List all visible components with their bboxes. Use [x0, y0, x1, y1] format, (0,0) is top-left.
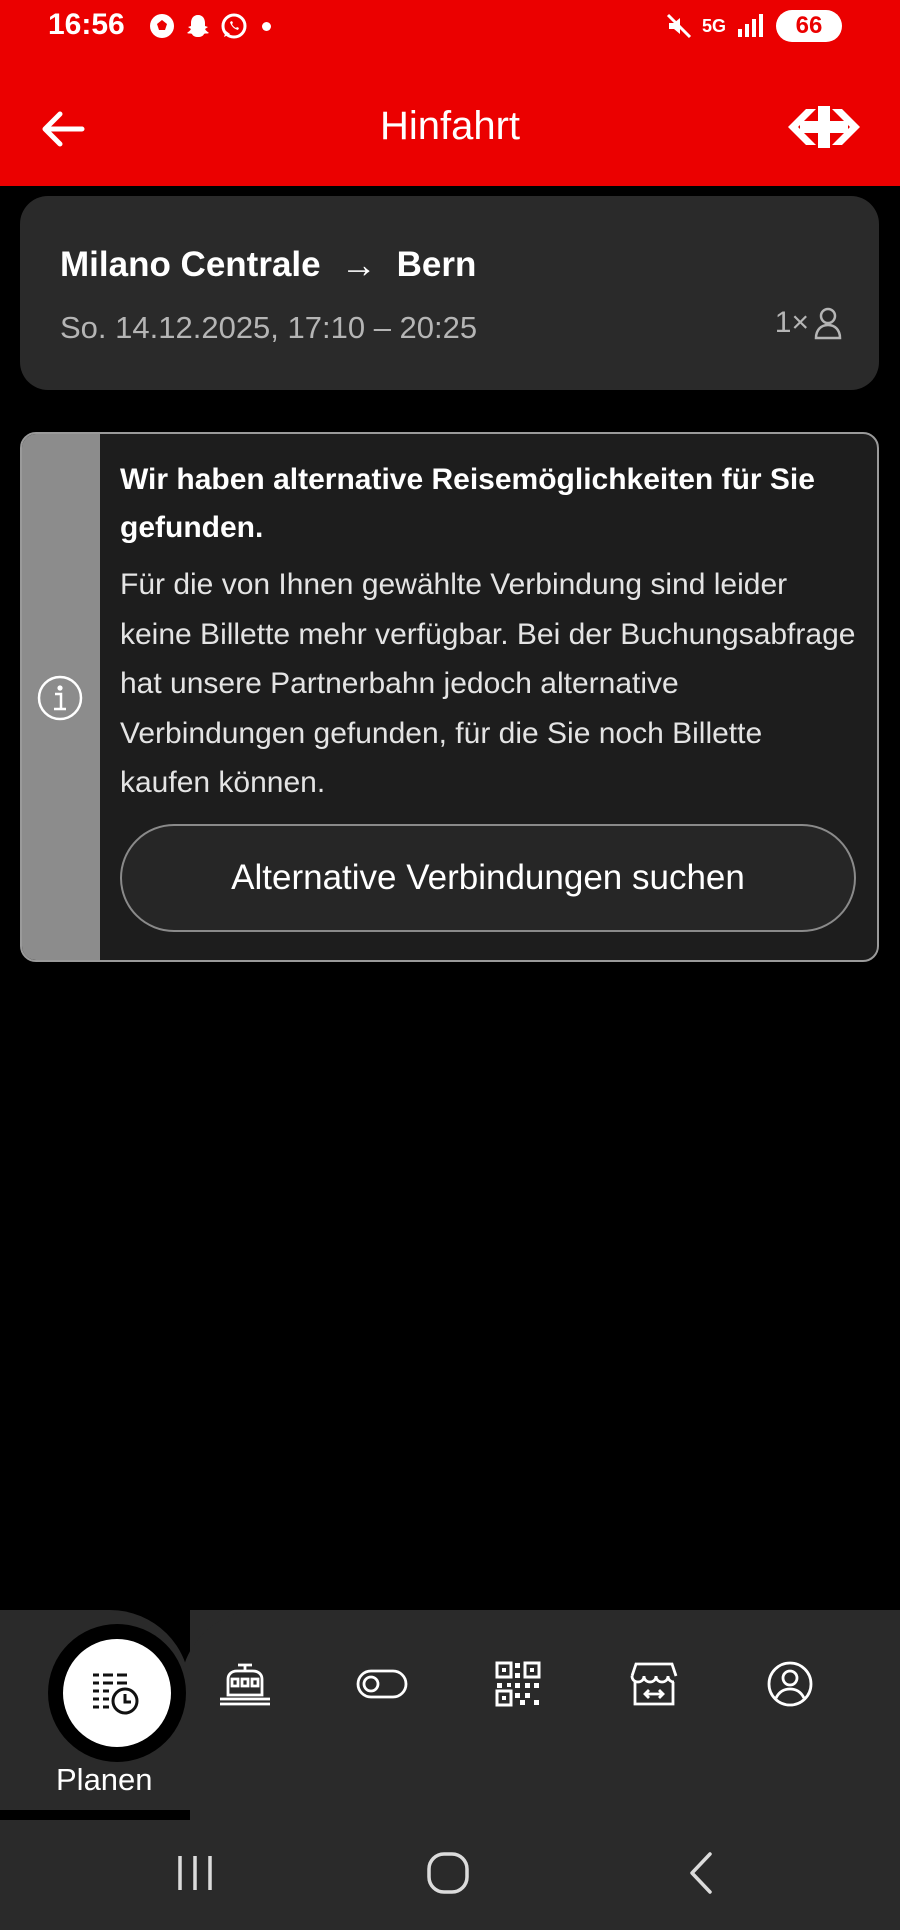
mute-icon [666, 13, 692, 39]
route: Milano Centrale → Bern [60, 244, 476, 286]
page-title: Hinfahrt [379, 104, 521, 148]
nav-item-profile[interactable] [760, 1654, 820, 1714]
more-notifications-dot [262, 21, 271, 31]
search-alternatives-button[interactable]: Alternative Verbindungen suchen [120, 824, 856, 932]
origin-station: Milano Centrale [60, 245, 321, 284]
network-type: 5G [701, 15, 726, 36]
nav-item-toggle[interactable] [352, 1654, 412, 1714]
notice-strip [22, 434, 100, 960]
nav-item-train[interactable] [215, 1654, 275, 1714]
nav-item-planen[interactable] [48, 1624, 186, 1762]
nav-item-shop[interactable] [624, 1654, 684, 1714]
home-icon[interactable] [423, 1848, 473, 1898]
profile-icon [767, 1661, 813, 1707]
train-icon [220, 1663, 270, 1706]
person-icon [814, 307, 842, 340]
system-back-icon[interactable] [676, 1848, 726, 1898]
alternative-connections-notice: Wir haben alternative Reisemöglichkeiten… [20, 432, 879, 962]
notice-content: Wir haben alternative Reisemöglichkeiten… [120, 456, 857, 808]
whatsapp-icon [221, 13, 247, 39]
nav-active-circle [63, 1639, 171, 1747]
nav-label-planen: Planen [56, 1762, 153, 1797]
battery-indicator: 66 [776, 10, 842, 42]
system-navigation-bar [0, 1820, 900, 1930]
route-arrow: → [340, 244, 377, 285]
destination-station: Bern [396, 245, 477, 284]
status-bar: 16:56 5G 66 [0, 0, 900, 56]
qr-code-icon [495, 1661, 541, 1707]
sbb-logo-icon [788, 106, 860, 148]
toggle-icon [356, 1669, 408, 1699]
passenger-count: 1× [775, 306, 843, 340]
signal-icon [738, 14, 763, 37]
notice-heading: Wir haben alternative Reisemöglichkeiten… [120, 463, 815, 544]
notification-icons [148, 12, 271, 40]
system-status-icons: 5G 66 [666, 10, 842, 42]
status-time: 16:56 [48, 8, 125, 41]
recent-apps-icon[interactable] [170, 1848, 220, 1898]
app-bar: Hinfahrt [0, 86, 900, 166]
snapchat-icon [187, 15, 209, 37]
shop-icon [630, 1662, 678, 1706]
trip-summary-card: Milano Centrale → Bern So. 14.12.2025, 1… [20, 196, 879, 390]
nav-item-tickets[interactable] [488, 1654, 548, 1714]
trip-datetime: So. 14.12.2025, 17:10 – 20:25 [60, 310, 478, 345]
soccer-icon [150, 14, 174, 38]
timetable-icon [93, 1673, 139, 1715]
notice-body: Für die von Ihnen gewählte Verbindung si… [120, 568, 856, 799]
info-icon [37, 675, 83, 721]
passenger-count-label: 1× [774, 306, 809, 339]
